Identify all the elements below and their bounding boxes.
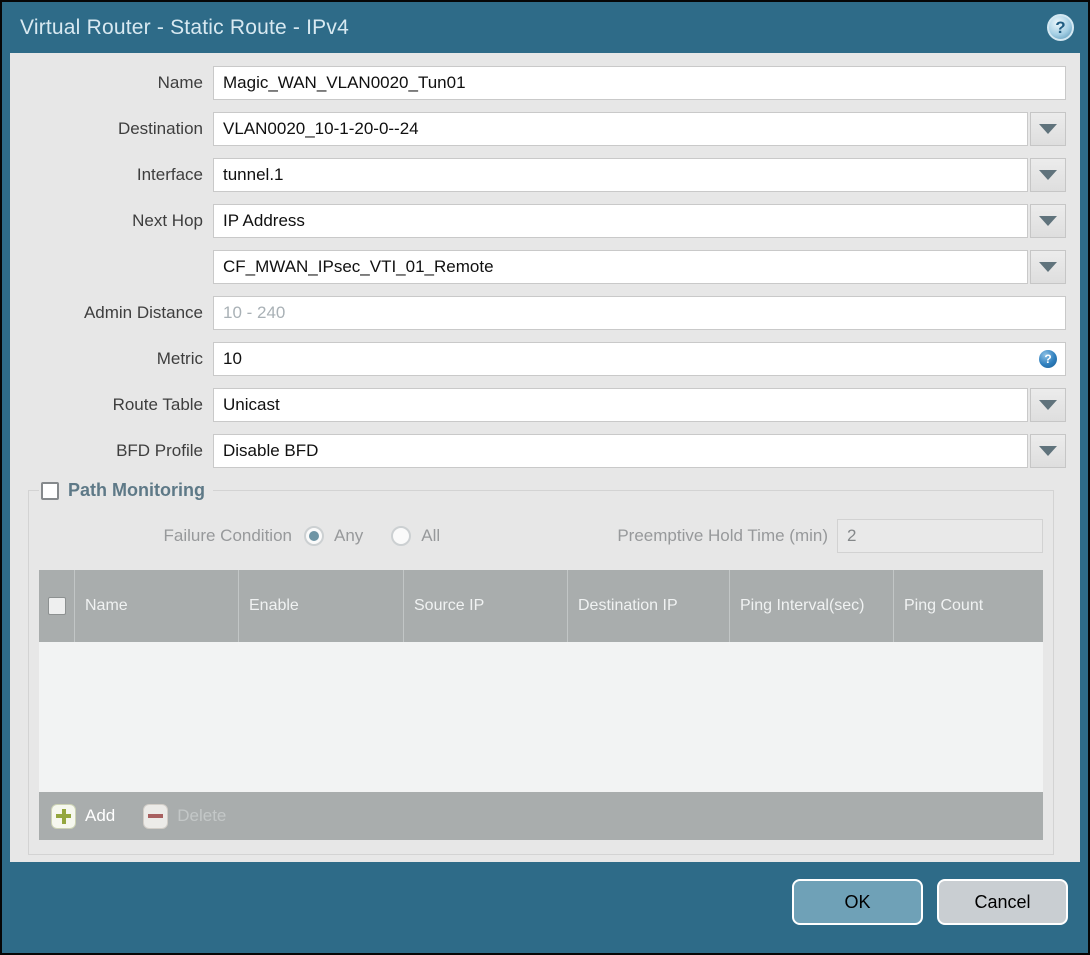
column-header-source-ip: Source IP bbox=[404, 570, 568, 642]
table-body-empty bbox=[39, 642, 1043, 792]
cancel-button[interactable]: Cancel bbox=[937, 879, 1068, 925]
dialog-content: Name Destination Interface Next Hop bbox=[10, 53, 1080, 862]
path-monitoring-legend: Path Monitoring bbox=[39, 480, 213, 501]
destination-row: Destination bbox=[10, 112, 1066, 146]
metric-label: Metric bbox=[156, 349, 203, 368]
destination-dropdown-button[interactable] bbox=[1030, 112, 1066, 146]
bfd-profile-row: BFD Profile bbox=[10, 434, 1066, 468]
column-header-name: Name bbox=[75, 570, 239, 642]
next-hop-type-dropdown-button[interactable] bbox=[1030, 204, 1066, 238]
destination-input[interactable] bbox=[213, 112, 1028, 146]
column-header-ping-interval: Ping Interval(sec) bbox=[730, 570, 894, 642]
chevron-down-icon bbox=[1039, 170, 1057, 180]
chevron-down-icon bbox=[1039, 446, 1057, 456]
admin-distance-row: Admin Distance bbox=[10, 296, 1066, 330]
ok-button[interactable]: OK bbox=[792, 879, 923, 925]
dialog-title: Virtual Router - Static Route - IPv4 bbox=[20, 15, 349, 39]
chevron-down-icon bbox=[1039, 216, 1057, 226]
bfd-profile-dropdown-button[interactable] bbox=[1030, 434, 1066, 468]
table-header: Name Enable Source IP Destination IP Pin… bbox=[39, 570, 1043, 642]
route-table-dropdown-button[interactable] bbox=[1030, 388, 1066, 422]
route-table-row: Route Table bbox=[10, 388, 1066, 422]
interface-input[interactable] bbox=[213, 158, 1028, 192]
dialog-footer: OK Cancel bbox=[2, 862, 1088, 953]
interface-label: Interface bbox=[136, 165, 203, 184]
delete-button[interactable]: Delete bbox=[143, 803, 227, 829]
plus-icon bbox=[51, 803, 76, 829]
next-hop-label: Next Hop bbox=[132, 211, 203, 230]
next-hop-row: Next Hop bbox=[10, 204, 1066, 238]
path-monitoring-table: Name Enable Source IP Destination IP Pin… bbox=[39, 570, 1043, 840]
metric-row: Metric ? bbox=[10, 342, 1066, 376]
chevron-down-icon bbox=[1039, 400, 1057, 410]
chevron-down-icon bbox=[1039, 124, 1057, 134]
route-table-input[interactable] bbox=[213, 388, 1028, 422]
name-input[interactable] bbox=[213, 66, 1066, 100]
route-table-label: Route Table bbox=[112, 395, 203, 414]
path-monitoring-title: Path Monitoring bbox=[68, 480, 205, 500]
minus-icon bbox=[143, 803, 169, 829]
name-row: Name bbox=[10, 66, 1066, 100]
select-all-checkbox[interactable] bbox=[47, 597, 66, 615]
preemptive-hold-time-input[interactable] bbox=[837, 519, 1043, 553]
column-header-ping-count: Ping Count bbox=[904, 597, 984, 614]
failure-condition-all-label: All bbox=[421, 526, 441, 545]
header-checkbox-cell bbox=[39, 570, 75, 642]
failure-condition-row: Failure Condition Any All Preemptive Hol… bbox=[39, 519, 1043, 553]
next-hop-address-dropdown-button[interactable] bbox=[1030, 250, 1066, 284]
admin-distance-label: Admin Distance bbox=[83, 303, 203, 322]
delete-button-label: Delete bbox=[177, 806, 227, 825]
admin-distance-input[interactable] bbox=[213, 296, 1066, 330]
failure-condition-any-label: Any bbox=[334, 526, 364, 545]
chevron-down-icon bbox=[1039, 262, 1057, 272]
interface-row: Interface bbox=[10, 158, 1066, 192]
next-hop-address-input[interactable] bbox=[213, 250, 1028, 284]
add-button-label: Add bbox=[85, 806, 116, 825]
bfd-profile-label: BFD Profile bbox=[116, 441, 203, 460]
path-monitoring-section: Path Monitoring Failure Condition Any Al… bbox=[28, 480, 1054, 855]
metric-input[interactable] bbox=[213, 342, 1066, 376]
bfd-profile-input[interactable] bbox=[213, 434, 1028, 468]
static-route-dialog: Virtual Router - Static Route - IPv4 ? N… bbox=[0, 0, 1090, 955]
failure-condition-label: Failure Condition bbox=[163, 526, 292, 545]
next-hop-type-input[interactable] bbox=[213, 204, 1028, 238]
interface-dropdown-button[interactable] bbox=[1030, 158, 1066, 192]
column-header-enable: Enable bbox=[239, 570, 404, 642]
titlebar: Virtual Router - Static Route - IPv4 ? bbox=[2, 2, 1088, 53]
add-button[interactable]: Add bbox=[51, 803, 116, 829]
failure-condition-any-radio[interactable] bbox=[304, 526, 324, 546]
destination-label: Destination bbox=[117, 119, 203, 138]
failure-condition-all-radio[interactable] bbox=[391, 526, 412, 546]
preemptive-hold-time-label: Preemptive Hold Time (min) bbox=[617, 526, 828, 545]
info-icon: ? bbox=[1039, 350, 1057, 368]
column-header-destination-ip: Destination IP bbox=[568, 570, 730, 642]
next-hop-value-row bbox=[10, 250, 1066, 284]
help-icon[interactable]: ? bbox=[1047, 14, 1074, 41]
path-monitoring-checkbox[interactable] bbox=[41, 481, 59, 500]
table-toolbar: Add Delete bbox=[39, 792, 1043, 840]
name-label: Name bbox=[157, 73, 203, 92]
